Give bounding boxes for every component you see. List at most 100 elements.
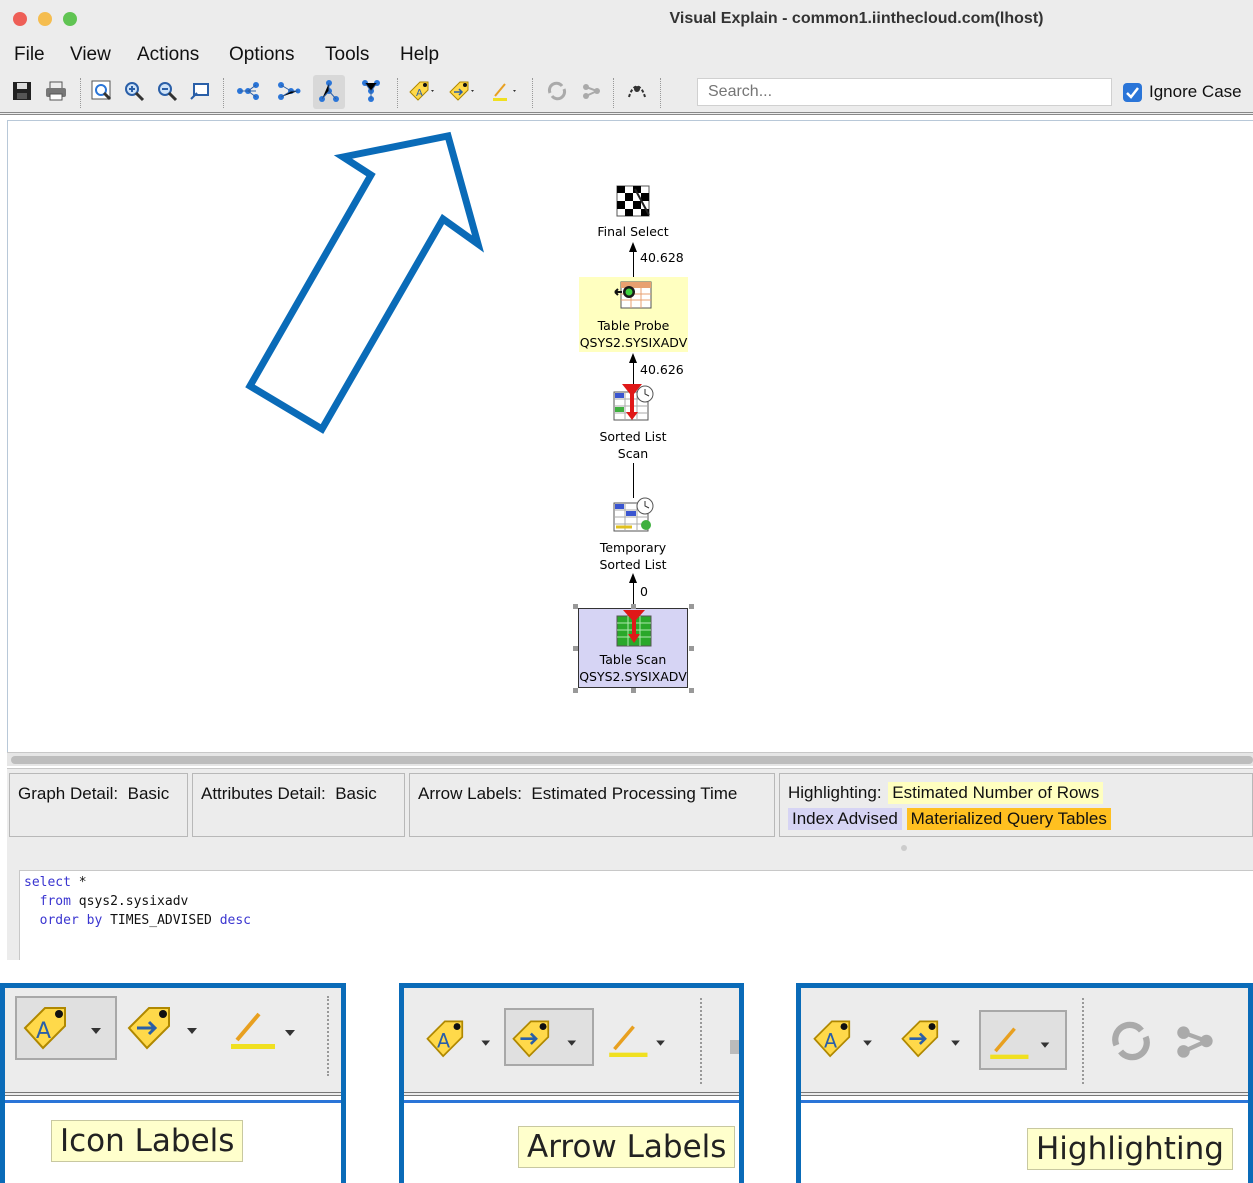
zoom-panel-arrow-labels: A Arrow Labels bbox=[399, 983, 744, 1183]
node-temporary-sorted-list-label-1: Temporary bbox=[599, 540, 667, 555]
arrow-labels-icon[interactable] bbox=[899, 1012, 979, 1062]
save-icon[interactable] bbox=[10, 79, 34, 103]
selection-handle[interactable] bbox=[573, 688, 578, 693]
menu-actions[interactable]: Actions bbox=[137, 44, 199, 66]
zoom-panel-toolbar: A bbox=[404, 988, 739, 1096]
icon-labels-icon[interactable]: A bbox=[811, 1012, 891, 1062]
layout-tree-icon[interactable] bbox=[317, 79, 341, 103]
icon-labels-icon[interactable]: A bbox=[21, 1000, 113, 1052]
sorted-list-scan-icon[interactable] bbox=[612, 384, 656, 424]
arrow-labels-label: Arrow Labels: bbox=[418, 784, 522, 803]
node-table-scan-label-2: QSYS2.SYSIXADV bbox=[579, 669, 687, 684]
graph-canvas[interactable]: Final Select 40.628 Table Probe QSYS2.SY… bbox=[7, 120, 1253, 752]
layout-horizontal-icon[interactable] bbox=[236, 79, 260, 103]
layout-vertical-icon[interactable] bbox=[277, 79, 301, 103]
highlight-index-advised: Index Advised bbox=[788, 808, 902, 830]
sql-keyword: desc bbox=[219, 913, 251, 928]
zoom-fit-icon[interactable] bbox=[90, 79, 114, 103]
zoom-panel-icon-labels: A Icon Labels bbox=[0, 983, 346, 1183]
zoom-panel-highlighting: A Highlighting bbox=[796, 983, 1253, 1183]
title-bar: Visual Explain - common1.iinthecloud.com… bbox=[0, 0, 1253, 40]
node-table-probe[interactable]: Table Probe QSYS2.SYSIXADV bbox=[579, 277, 688, 352]
menu-bar: File View Actions Options Tools Help bbox=[0, 40, 1253, 70]
scrollbar-thumb[interactable] bbox=[11, 756, 1253, 764]
layout-hierarchy-icon[interactable] bbox=[359, 79, 383, 103]
selection-handle[interactable] bbox=[689, 646, 694, 651]
menu-file[interactable]: File bbox=[14, 44, 45, 66]
svg-text:A: A bbox=[36, 1019, 51, 1044]
selection-handle[interactable] bbox=[631, 688, 636, 693]
menu-options[interactable]: Options bbox=[229, 44, 294, 66]
compare-icon[interactable] bbox=[1171, 1016, 1221, 1066]
selection-handle[interactable] bbox=[573, 604, 578, 609]
menu-help[interactable]: Help bbox=[400, 44, 439, 66]
sql-text-area[interactable]: select * from qsys2.sysixadv order by TI… bbox=[19, 870, 1253, 960]
search-input[interactable] bbox=[697, 78, 1112, 106]
selection-handle[interactable] bbox=[631, 604, 636, 609]
selection-handle[interactable] bbox=[689, 688, 694, 693]
edge-label: 40.628 bbox=[640, 250, 684, 265]
overview-icon[interactable] bbox=[188, 79, 212, 103]
splitter-grip[interactable] bbox=[901, 845, 907, 851]
selection-handle[interactable] bbox=[573, 646, 578, 651]
arrow-labels-cell: Arrow Labels: Estimated Processing Time bbox=[409, 773, 775, 837]
highlighting-icon[interactable] bbox=[604, 1012, 684, 1062]
graph-detail-cell: Graph Detail: Basic bbox=[9, 773, 188, 837]
arrow-labels-icon[interactable] bbox=[510, 1012, 590, 1062]
toolbar: A Ignore Case bbox=[0, 70, 1253, 115]
svg-text:A: A bbox=[416, 88, 423, 99]
arrow-labels-icon[interactable] bbox=[448, 79, 478, 103]
sql-keyword: order by bbox=[39, 913, 103, 928]
node-sorted-list-scan-label-2: Scan bbox=[617, 446, 649, 461]
menu-view[interactable]: View bbox=[70, 44, 111, 66]
highlighting-icon[interactable] bbox=[225, 1000, 317, 1052]
highlighting-icon[interactable] bbox=[985, 1014, 1065, 1064]
print-icon[interactable] bbox=[44, 79, 68, 103]
menu-tools[interactable]: Tools bbox=[325, 44, 369, 66]
refresh-icon[interactable] bbox=[545, 79, 569, 103]
toolbar-separator bbox=[532, 78, 533, 108]
node-table-probe-label-1: Table Probe bbox=[597, 318, 670, 333]
toolbar-separator bbox=[327, 996, 329, 1076]
refresh-icon[interactable] bbox=[1106, 1016, 1156, 1066]
attributes-detail-label: Attributes Detail: bbox=[201, 784, 326, 803]
checkered-flag-icon[interactable] bbox=[613, 185, 653, 219]
node-table-scan-label-1: Table Scan bbox=[599, 652, 667, 667]
node-final-select-label: Final Select bbox=[597, 224, 669, 239]
settings-icon[interactable] bbox=[625, 79, 649, 103]
svg-text:A: A bbox=[824, 1029, 837, 1052]
canvas-edge-line bbox=[801, 1100, 1248, 1103]
canvas-edge-line bbox=[404, 1100, 739, 1103]
graph-detail-label: Graph Detail: bbox=[18, 784, 119, 803]
compare-icon[interactable] bbox=[580, 79, 604, 103]
sql-keyword: select bbox=[24, 875, 71, 890]
toolbar-separator bbox=[700, 998, 702, 1084]
toolbar-separator bbox=[80, 78, 81, 108]
sql-keyword: from bbox=[39, 894, 71, 909]
annotation-arrow-icon bbox=[245, 131, 485, 434]
tooltip-arrow-labels: Arrow Labels bbox=[518, 1126, 736, 1168]
zoom-out-icon[interactable] bbox=[155, 79, 179, 103]
highlight-estimated-rows: Estimated Number of Rows bbox=[888, 782, 1104, 804]
ignore-case-checkbox[interactable] bbox=[1123, 83, 1142, 102]
attributes-detail-cell: Attributes Detail: Basic bbox=[192, 773, 405, 837]
zoom-in-icon[interactable] bbox=[122, 79, 146, 103]
canvas-edge-line bbox=[5, 1100, 341, 1103]
selection-handle[interactable] bbox=[689, 604, 694, 609]
zoom-panel-toolbar: A bbox=[5, 988, 341, 1096]
highlighting-icon[interactable] bbox=[490, 79, 520, 103]
icon-labels-icon[interactable]: A bbox=[424, 1012, 504, 1062]
node-table-scan[interactable]: Table Scan QSYS2.SYSIXADV bbox=[578, 608, 688, 688]
graph-detail-value: Basic bbox=[127, 784, 170, 803]
arrow-labels-icon[interactable] bbox=[125, 1000, 217, 1052]
status-strip: Graph Detail: Basic Attributes Detail: B… bbox=[7, 768, 1253, 840]
icon-labels-icon[interactable]: A bbox=[408, 79, 438, 103]
horizontal-scrollbar[interactable] bbox=[7, 752, 1253, 766]
sql-text: TIMES_ADVISED bbox=[102, 913, 220, 928]
tooltip-highlighting: Highlighting bbox=[1027, 1128, 1233, 1170]
sql-text: qsys2.sysixadv bbox=[70, 894, 189, 909]
edge-line bbox=[633, 361, 634, 385]
toolbar-separator bbox=[397, 78, 398, 108]
temporary-sorted-list-icon[interactable] bbox=[612, 497, 656, 537]
svg-text:A: A bbox=[437, 1029, 450, 1052]
